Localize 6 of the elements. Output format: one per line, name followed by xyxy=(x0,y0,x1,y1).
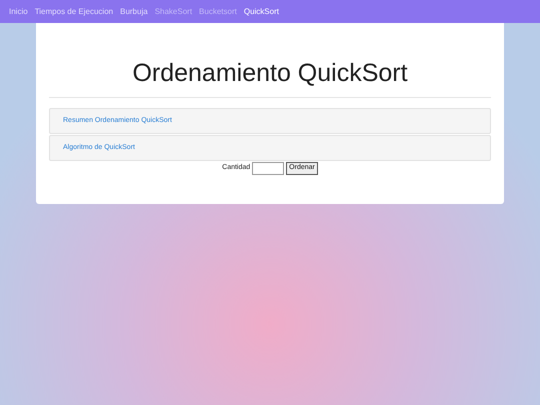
page-title: Ordenamiento QuickSort xyxy=(49,61,491,98)
nav-link[interactable]: Inicio xyxy=(9,6,28,18)
quantity-field[interactable] xyxy=(252,162,284,175)
nav-link[interactable]: Burbuja xyxy=(120,6,148,18)
nav-link[interactable]: QuickSort xyxy=(244,6,279,18)
nav-link[interactable]: Tiempos de Ejecucion xyxy=(34,6,114,18)
